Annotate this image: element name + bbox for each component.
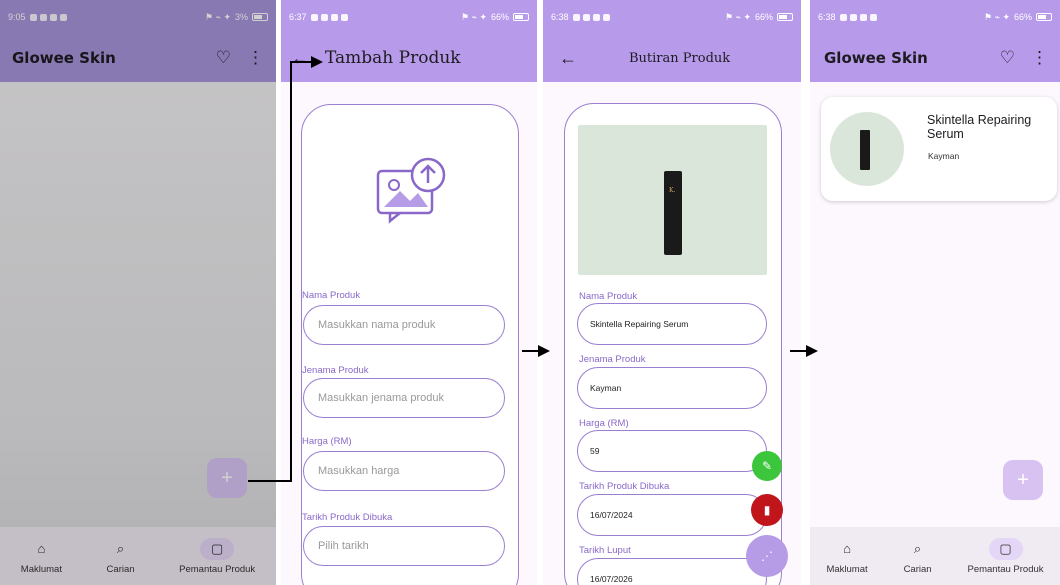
flow-line — [248, 480, 292, 482]
flow-arrow-head — [806, 345, 818, 357]
save-icon: ▢ — [200, 537, 235, 560]
screen-product-detail: 6:38 ⚑ ⌁ ✦ 66% ← Butiran Produk K. Nama P… — [543, 0, 801, 585]
nav-item-maklumat[interactable]: ⌂ Maklumat — [21, 538, 62, 575]
field-label-tarikh-dibuka: Tarikh Produk Dibuka — [302, 512, 393, 523]
battery-icon — [513, 13, 529, 21]
jenama-produk-value: Kayman — [577, 367, 767, 409]
empty-list-area — [0, 82, 276, 585]
actions-menu-button[interactable]: ⋰ — [746, 535, 788, 577]
battery-icon — [252, 13, 268, 21]
favorite-icon[interactable]: ♡ — [1000, 48, 1015, 68]
status-bar: 9:05 ⚑ ⌁ ✦ 3% — [0, 0, 276, 34]
nav-label: Carian — [903, 563, 932, 575]
search-icon: ⌕ — [913, 540, 922, 556]
nama-produk-value: Skintella Repairing Serum — [577, 303, 767, 345]
field-label-jenama: Jenama Produk — [579, 354, 646, 365]
battery-level: 66% — [490, 12, 509, 22]
nav-label: Carian — [106, 563, 135, 575]
screen-home-empty: 9:05 ⚑ ⌁ ✦ 3% Glowee Skin ♡ ⋮ + ⌂ Makluma… — [0, 0, 276, 585]
battery-icon — [777, 13, 793, 21]
tarikh-dibuka-input[interactable]: Pilih tarikh — [303, 526, 505, 566]
app-bar: ← Butiran Produk — [543, 34, 801, 82]
screen-add-product: 6:37 ⚑ ⌁ ✦ 66% ← Tambah Produk Nama Produ… — [281, 0, 537, 585]
app-title: Glowee Skin — [824, 49, 928, 67]
battery-level: 66% — [1013, 12, 1032, 22]
flow-arrow-head — [538, 345, 550, 357]
add-product-button[interactable]: + — [1003, 460, 1043, 500]
page-title: Tambah Produk — [325, 48, 461, 68]
image-upload-icon[interactable] — [372, 155, 450, 225]
field-label-tarikh-dibuka: Tarikh Produk Dibuka — [579, 481, 670, 492]
flow-line — [290, 61, 312, 63]
search-icon: ⌕ — [116, 540, 125, 556]
status-time: 6:38 — [551, 12, 569, 22]
battery-icon — [1036, 13, 1052, 21]
app-title: Glowee Skin — [12, 49, 116, 67]
save-icon: ▢ — [988, 537, 1023, 560]
field-label-tarikh-luput: Tarikh Luput — [579, 545, 631, 556]
nav-label: Pemantau Produk — [967, 563, 1044, 575]
battery-level: 3% — [234, 12, 248, 22]
nav-label: Maklumat — [826, 563, 868, 575]
field-label-nama: Nama Produk — [302, 290, 361, 301]
nav-label: Maklumat — [20, 563, 62, 575]
product-thumbnail — [830, 112, 904, 186]
status-time: 9:05 — [8, 12, 26, 22]
back-arrow-icon[interactable]: ← — [559, 48, 577, 69]
field-label-harga: Harga (RM) — [579, 418, 629, 429]
product-photo: K. — [578, 125, 767, 275]
product-list-item[interactable]: Skintella Repairing Serum Kayman — [821, 97, 1057, 201]
field-label-nama: Nama Produk — [579, 291, 638, 302]
more-vert-icon[interactable]: ⋮ — [1031, 48, 1048, 68]
jenama-produk-input[interactable]: Masukkan jenama produk — [303, 378, 505, 418]
flow-diagram: 9:05 ⚑ ⌁ ✦ 3% Glowee Skin ♡ ⋮ + ⌂ Makluma… — [0, 0, 1060, 585]
delete-button[interactable]: ▮ — [751, 494, 783, 526]
flow-arrow-head — [311, 56, 323, 68]
bottom-navigation: ⌂ Maklumat ⌕ Carian ▢ Pemantau Produk — [810, 527, 1060, 585]
status-bar: 6:37 ⚑ ⌁ ✦ 66% — [281, 0, 537, 34]
product-brand: Kayman — [928, 151, 960, 161]
status-time: 6:38 — [818, 12, 836, 22]
tarikh-dibuka-value: 16/07/2024 — [577, 494, 767, 536]
trash-icon: ▮ — [763, 503, 771, 517]
back-arrow-icon[interactable]: ← — [291, 48, 309, 69]
nav-item-carian[interactable]: ⌕ Carian — [901, 538, 935, 575]
page-title: Butiran Produk — [629, 50, 731, 66]
serum-bottle: K. — [664, 171, 682, 255]
edit-button[interactable]: ✎ — [752, 451, 782, 481]
status-time: 6:37 — [289, 12, 307, 22]
add-product-button[interactable]: + — [207, 458, 247, 498]
status-bar: 6:38 ⚑ ⌁ ✦ 66% — [543, 0, 801, 34]
product-name: Skintella Repairing Serum — [927, 113, 1032, 141]
harga-input[interactable]: Masukkan harga — [303, 451, 505, 491]
app-bar: Glowee Skin ♡ ⋮ — [810, 34, 1060, 82]
battery-level: 66% — [754, 12, 773, 22]
edit-pencil-icon: ✎ — [761, 459, 773, 473]
nav-item-pemantau-produk[interactable]: ▢ Pemantau Produk — [179, 537, 256, 575]
nav-label: Pemantau Produk — [179, 563, 256, 575]
home-icon: ⌂ — [843, 541, 851, 556]
nav-item-carian[interactable]: ⌕ Carian — [104, 538, 138, 575]
field-label-jenama: Jenama Produk — [302, 365, 369, 376]
home-icon: ⌂ — [37, 541, 46, 556]
menu-stripes-icon: ⋰ — [761, 549, 773, 563]
status-bar: 6:38 ⚑ ⌁ ✦ 66% — [810, 0, 1060, 34]
field-label-harga: Harga (RM) — [302, 436, 352, 447]
more-vert-icon[interactable]: ⋮ — [247, 48, 264, 68]
harga-value: 59 — [577, 430, 767, 472]
nav-item-pemantau-produk[interactable]: ▢ Pemantau Produk — [967, 537, 1044, 575]
screen-home-list: 6:38 ⚑ ⌁ ✦ 66% Glowee Skin ♡ ⋮ Skintella … — [810, 0, 1060, 585]
nama-produk-input[interactable]: Masukkan nama produk — [303, 305, 505, 345]
favorite-icon[interactable]: ♡ — [216, 48, 231, 68]
app-bar: Glowee Skin ♡ ⋮ — [0, 34, 276, 82]
nav-item-maklumat[interactable]: ⌂ Maklumat — [826, 538, 867, 575]
bottom-navigation: ⌂ Maklumat ⌕ Carian ▢ Pemantau Produk — [0, 527, 276, 585]
flow-line — [290, 62, 292, 482]
tarikh-luput-value: 16/07/2026 — [577, 558, 767, 585]
